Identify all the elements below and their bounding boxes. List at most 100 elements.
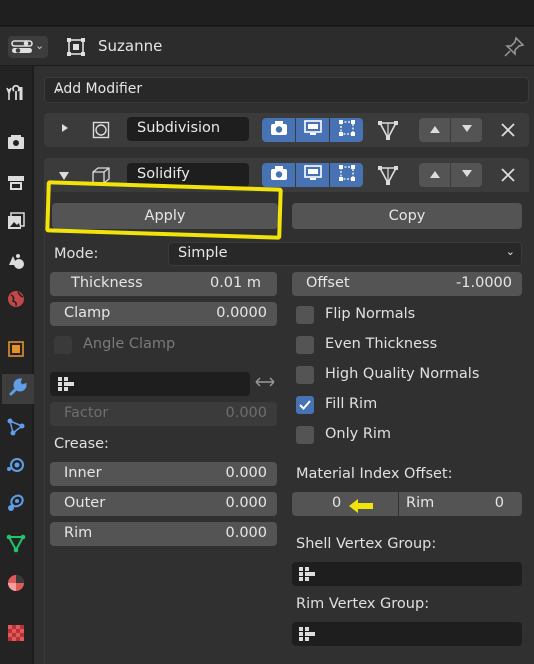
move-up-button[interactable] (419, 118, 450, 142)
object-data-mesh-icon (6, 533, 26, 557)
material-rim-offset-field[interactable]: Rim 0 (399, 492, 522, 516)
on-cage-icon[interactable] (377, 164, 399, 190)
angle-clamp-label: Angle Clamp (83, 336, 176, 352)
fill-rim-checkbox[interactable] (296, 396, 314, 414)
monitor-icon (303, 165, 322, 185)
tab-output[interactable] (0, 170, 32, 200)
solidify-modifier-header: Solidify (44, 158, 529, 192)
offset-field[interactable]: Offset -1.0000 (292, 272, 522, 296)
arrow-down-icon (461, 122, 473, 138)
arrow-up-icon (429, 122, 441, 138)
tab-object[interactable] (0, 336, 32, 366)
material-offset-field[interactable]: 0 (292, 492, 398, 516)
object-icon (6, 339, 26, 363)
mode-label: Mode: (54, 246, 99, 262)
rim-vertex-group-field[interactable] (292, 622, 522, 646)
render-toggle-button[interactable] (262, 163, 295, 187)
crease-outer-field[interactable]: Outer 0.000 (50, 492, 277, 516)
crease-rim-field[interactable]: Rim 0.000 (50, 522, 277, 546)
rim-vertex-group-label: Rim Vertex Group: (296, 596, 430, 612)
material-offset-value: 0 (332, 495, 342, 511)
subdivision-name-field[interactable]: Subdivision (127, 117, 249, 141)
material-rim-value: 0 (494, 495, 504, 511)
thickness-field[interactable]: Thickness 0.01 m (50, 272, 277, 296)
editmode-toggle-button[interactable] (330, 163, 363, 187)
output-icon (6, 173, 26, 197)
tab-constraints[interactable] (0, 490, 32, 520)
angle-clamp-checkbox[interactable] (54, 336, 72, 354)
expand-triangle-icon[interactable] (58, 169, 70, 185)
solidify-modifier-icon (91, 165, 111, 189)
tab-modifiers[interactable] (2, 374, 34, 404)
solidify-name-text: Solidify (137, 166, 190, 182)
subdivision-modifier-icon (92, 121, 110, 143)
on-cage-icon[interactable] (377, 119, 399, 145)
physics-icon (6, 455, 26, 479)
add-modifier-dropdown[interactable]: Add Modifier ⌄ (44, 77, 529, 103)
clamp-label: Clamp (64, 305, 111, 321)
top-strip (0, 0, 534, 26)
chevron-down-icon: ⌄ (35, 39, 45, 52)
annotation-arrow-icon (346, 497, 376, 519)
factor-field[interactable]: Factor 0.000 (50, 402, 277, 426)
viewport-toggle-button[interactable] (296, 118, 329, 142)
tab-particles[interactable] (0, 414, 32, 444)
move-down-button[interactable] (451, 163, 482, 187)
even-thickness-label: Even Thickness (325, 336, 438, 352)
checkmark-icon (299, 400, 311, 410)
monitor-icon (303, 120, 322, 140)
tab-texture[interactable] (0, 620, 32, 650)
shell-vertex-group-field[interactable] (292, 562, 522, 586)
rim-label: Rim (64, 525, 93, 541)
move-up-button[interactable] (419, 163, 450, 187)
tab-material[interactable] (0, 570, 32, 600)
render-icon (6, 133, 26, 157)
thickness-label: Thickness (71, 275, 143, 291)
move-down-button[interactable] (451, 118, 482, 142)
chevron-down-icon: ⌄ (505, 245, 515, 258)
vertex-group-field[interactable] (50, 372, 250, 396)
outer-label: Outer (64, 495, 106, 511)
crease-label: Crease: (54, 436, 109, 452)
clamp-value: 0.0000 (216, 305, 267, 321)
pin-icon[interactable] (503, 36, 525, 62)
even-thickness-checkbox[interactable] (296, 336, 314, 354)
editmode-toggle-button[interactable] (330, 118, 363, 142)
modifier-wrench-icon (8, 377, 28, 401)
arrow-up-icon (429, 167, 441, 183)
render-toggle-button[interactable] (262, 118, 295, 142)
arrow-down-icon (461, 167, 473, 183)
tab-object-data[interactable] (0, 530, 32, 560)
object-name: Suzanne (98, 37, 163, 55)
tab-physics[interactable] (0, 452, 32, 482)
view-layer-icon (6, 211, 26, 235)
editor-type-button[interactable]: ⌄ (8, 36, 48, 58)
tab-view-layer[interactable] (0, 208, 32, 238)
viewport-toggle-button[interactable] (296, 163, 329, 187)
arrow-left-right-icon (255, 376, 275, 392)
clamp-field[interactable]: Clamp 0.0000 (50, 302, 277, 326)
camera-icon (270, 120, 288, 140)
tab-render[interactable] (0, 130, 32, 160)
apply-button[interactable]: Apply (52, 203, 278, 229)
constraints-icon (6, 493, 26, 517)
tab-world[interactable] (0, 286, 32, 316)
mode-dropdown[interactable]: Simple ⌄ (168, 242, 522, 266)
mode-value: Simple (178, 245, 228, 261)
tab-tool[interactable] (0, 80, 32, 110)
collapse-triangle-icon[interactable] (60, 122, 70, 138)
material-icon (6, 573, 26, 597)
close-icon[interactable] (501, 123, 515, 141)
copy-button[interactable]: Copy (292, 203, 522, 229)
camera-icon (270, 165, 288, 185)
close-icon[interactable] (501, 168, 515, 186)
crease-inner-field[interactable]: Inner 0.000 (50, 462, 277, 486)
flip-normals-checkbox[interactable] (296, 306, 314, 324)
high-quality-normals-checkbox[interactable] (296, 366, 314, 384)
solidify-name-field[interactable]: Solidify (127, 163, 249, 187)
only-rim-checkbox[interactable] (296, 426, 314, 444)
texture-icon (6, 623, 26, 647)
invert-vertex-group-button[interactable] (252, 372, 278, 396)
material-index-offset-label: Material Index Offset: (296, 466, 453, 482)
tab-scene[interactable] (0, 248, 32, 278)
